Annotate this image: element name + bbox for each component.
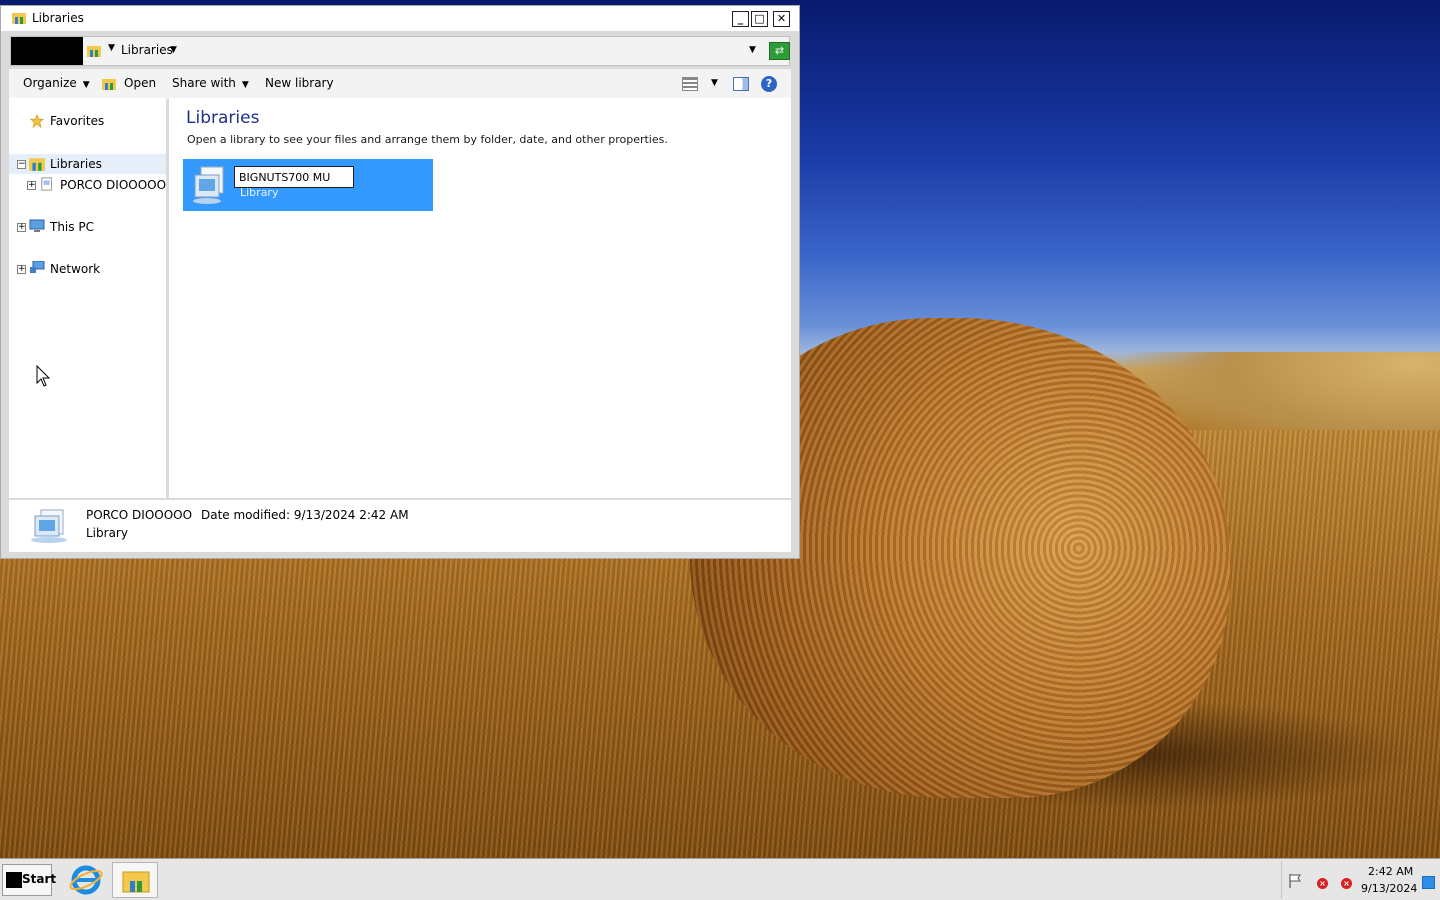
chevron-down-icon[interactable]: ▼: [170, 45, 177, 55]
nav-label-library-child: PORCO DIOOOOO: [60, 178, 167, 192]
nav-label-favorites: Favorites: [50, 114, 105, 128]
content-pane: Libraries Open a library to see your fil…: [169, 98, 791, 498]
page-title: Libraries: [186, 108, 260, 128]
nav-label-network: Network: [50, 262, 101, 276]
nav-item-library-child[interactable]: + PORCO DIOOOOO: [9, 176, 166, 196]
chevron-down-icon[interactable]: ▼: [711, 78, 718, 88]
command-bar: Organize ▼ Open Share with ▼ New library ▼…: [9, 69, 791, 99]
organize-button[interactable]: Organize ▼: [23, 76, 90, 90]
breadcrumb-separator-icon[interactable]: ▼: [108, 43, 115, 53]
libraries-icon: [87, 46, 101, 57]
back-forward-buttons[interactable]: [11, 37, 83, 65]
details-item-type: Library: [86, 526, 128, 540]
help-icon[interactable]: ?: [761, 76, 777, 92]
action-center-flag-icon[interactable]: [1287, 873, 1303, 889]
start-button[interactable]: Start: [2, 864, 56, 896]
details-date-modified: Date modified: 9/13/2024 2:42 AM: [201, 508, 409, 522]
notification-icon[interactable]: [1422, 876, 1435, 889]
libraries-icon: [102, 79, 116, 90]
breadcrumb-libraries[interactable]: Libraries: [121, 43, 173, 57]
details-pane: PORCO DIOOOOO Date modified: 9/13/2024 2…: [9, 500, 791, 552]
network-error-icon[interactable]: ×: [1317, 878, 1328, 889]
folder-icon: [122, 871, 150, 893]
library-icon: [41, 177, 52, 191]
clock-date[interactable]: 9/13/2024: [1361, 882, 1417, 895]
file-explorer-taskbar-button[interactable]: [112, 862, 158, 898]
computer-icon: [29, 219, 45, 232]
share-with-button[interactable]: Share with ▼: [172, 76, 249, 90]
details-item-name: PORCO DIOOOOO: [86, 508, 193, 522]
chevron-down-icon: ▼: [82, 80, 90, 90]
maximize-button[interactable]: □: [751, 11, 768, 27]
internet-explorer-icon[interactable]: [62, 862, 110, 898]
nav-item-this-pc[interactable]: + This PC: [9, 218, 166, 238]
refresh-icon[interactable]: ⇄: [769, 42, 790, 60]
address-history-dropdown[interactable]: ▼: [749, 45, 756, 55]
library-tile[interactable]: Library: [183, 159, 433, 211]
system-tray: × × 2:42 AM 9/13/2024: [1281, 861, 1438, 899]
taskbar: Start × × 2:42 AM 9/13/2024: [0, 858, 1440, 900]
new-library-button[interactable]: New library: [265, 76, 334, 90]
library-tile-type: Library: [240, 186, 279, 199]
nav-item-libraries[interactable]: − Libraries: [9, 154, 166, 174]
chevron-down-icon: ▼: [241, 80, 249, 90]
preview-pane-icon[interactable]: [733, 77, 749, 91]
expand-icon[interactable]: +: [27, 181, 36, 190]
start-logo-icon: [6, 872, 22, 888]
nav-label-libraries: Libraries: [50, 157, 102, 171]
library-icon: [193, 166, 224, 204]
library-icon: [31, 509, 67, 543]
nav-item-network[interactable]: + Network: [9, 260, 166, 280]
share-with-label: Share with: [172, 76, 236, 90]
star-icon: [29, 114, 45, 128]
explorer-window: Libraries _ □ ✕ ▼ Libraries ▼ ▼ ⇄ Organi…: [0, 5, 800, 559]
page-subtitle: Open a library to see your files and arr…: [187, 133, 668, 146]
start-label: Start: [22, 872, 57, 886]
nav-label-this-pc: This PC: [50, 220, 94, 234]
network-icon: [30, 261, 45, 273]
expand-icon[interactable]: +: [17, 223, 26, 232]
window-title: Libraries: [32, 11, 84, 25]
change-view-icon[interactable]: [682, 77, 698, 91]
minimize-button[interactable]: _: [732, 11, 749, 27]
close-button[interactable]: ✕: [773, 11, 790, 27]
address-bar[interactable]: ▼ Libraries ▼ ▼ ⇄: [10, 36, 790, 66]
libraries-icon: [29, 158, 45, 171]
collapse-icon[interactable]: −: [17, 160, 26, 169]
clock-time[interactable]: 2:42 AM: [1368, 865, 1413, 878]
mouse-cursor-icon: [36, 365, 51, 387]
volume-error-icon[interactable]: ×: [1341, 878, 1352, 889]
open-button[interactable]: Open: [124, 76, 156, 90]
title-bar[interactable]: Libraries _ □ ✕: [1, 6, 799, 31]
rename-input[interactable]: [234, 166, 354, 188]
navigation-pane: Favorites − Libraries + PORCO DIOOOOO + …: [9, 98, 166, 498]
libraries-icon: [12, 13, 26, 24]
expand-icon[interactable]: +: [17, 265, 26, 274]
organize-label: Organize: [23, 76, 77, 90]
nav-item-favorites[interactable]: Favorites: [29, 114, 104, 128]
